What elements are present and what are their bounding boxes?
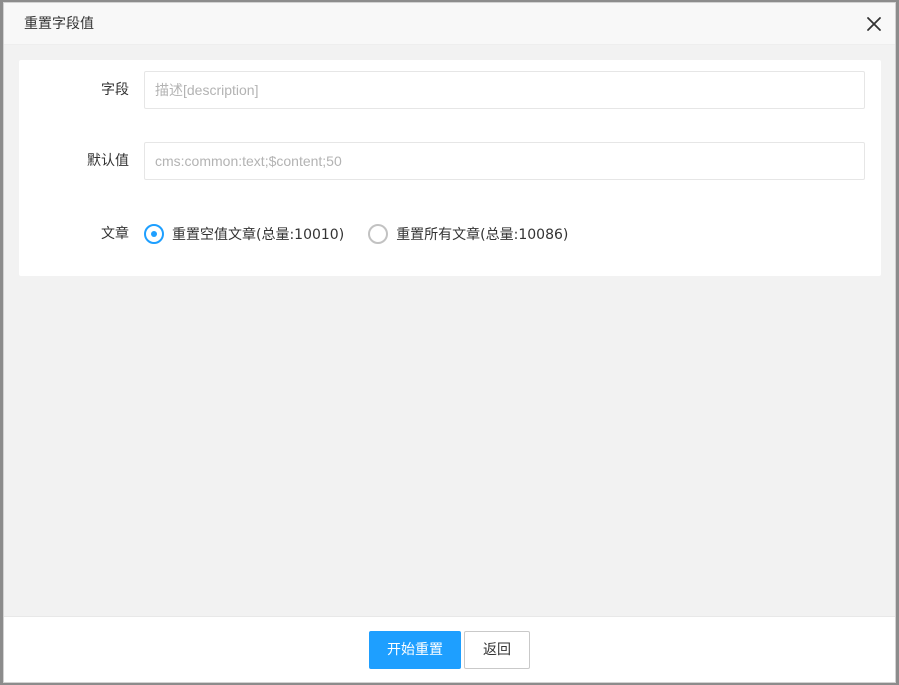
radio-reset-all-label: 重置所有文章(总量:10086) bbox=[396, 227, 569, 243]
dialog-footer: 开始重置 返回 bbox=[4, 616, 895, 682]
dialog-title: 重置字段值 bbox=[24, 16, 94, 32]
radio-reset-all[interactable]: 重置所有文章(总量:10086) bbox=[368, 224, 568, 244]
radio-checked-icon bbox=[144, 224, 164, 244]
field-label: 字段 bbox=[101, 82, 129, 98]
dialog-header: 重置字段值 bbox=[4, 3, 895, 45]
start-reset-button[interactable]: 开始重置 bbox=[369, 631, 461, 669]
close-icon bbox=[867, 17, 881, 31]
back-button[interactable]: 返回 bbox=[464, 631, 530, 669]
reset-field-dialog: 重置字段值 字段 默认值 文章 重置空值文章(总量:10010) 重置所有文章(… bbox=[3, 2, 896, 683]
radio-unchecked-icon bbox=[368, 224, 389, 244]
form-card: 字段 默认值 文章 重置空值文章(总量:10010) 重置所有文章(总量:100… bbox=[19, 60, 881, 276]
default-value-input[interactable] bbox=[144, 142, 865, 180]
close-button[interactable] bbox=[865, 15, 883, 33]
field-input[interactable] bbox=[144, 71, 865, 109]
radio-reset-empty-label: 重置空值文章(总量:10010) bbox=[172, 227, 345, 243]
articles-radio-group: 重置空值文章(总量:10010) 重置所有文章(总量:10086) bbox=[144, 219, 592, 249]
default-value-label: 默认值 bbox=[87, 153, 129, 169]
radio-reset-empty[interactable]: 重置空值文章(总量:10010) bbox=[144, 224, 344, 244]
articles-label: 文章 bbox=[101, 226, 129, 242]
